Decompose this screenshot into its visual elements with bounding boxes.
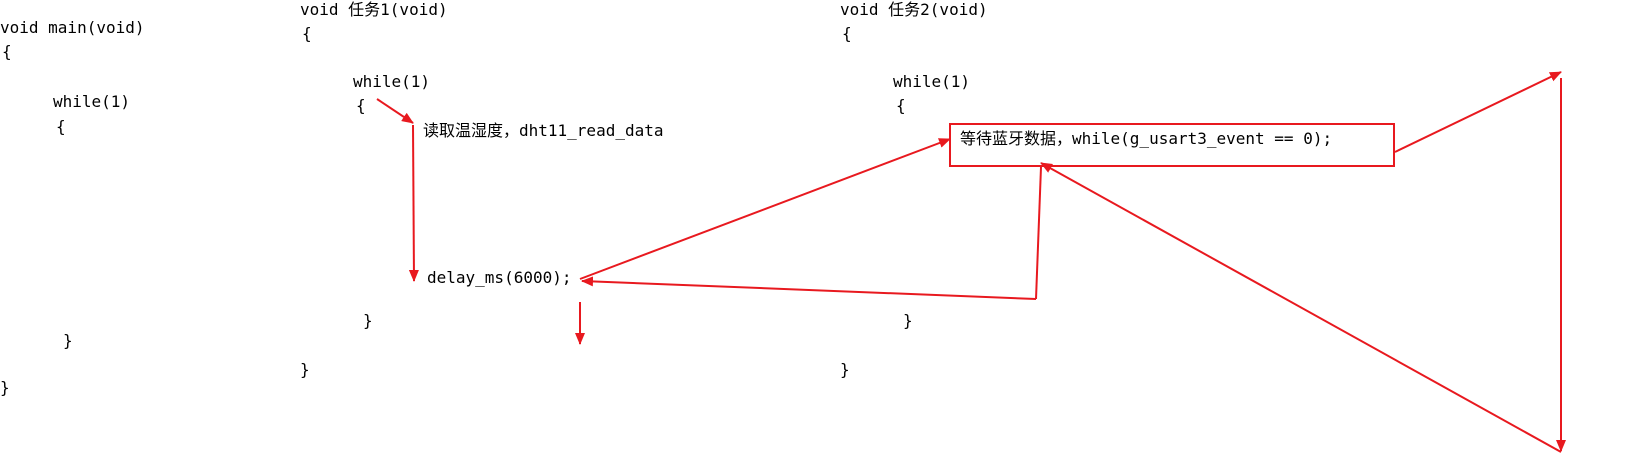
task1-delay-statement: delay_ms(6000); <box>427 268 572 287</box>
task2-open-brace: { <box>842 24 852 43</box>
arrow-task1-read-to-delay <box>408 124 419 282</box>
task1-read-statement: 读取温湿度，dht11_read_data <box>423 121 664 140</box>
arrow-bottom-right-to-wait <box>1040 162 1562 453</box>
main-while-open-brace: { <box>56 117 66 136</box>
flow-arrows <box>376 71 1566 453</box>
arrow-task1-enter-to-read <box>376 98 414 124</box>
task2-while-open-brace: { <box>896 96 906 115</box>
arrow-delay-to-task2-wait <box>579 138 951 280</box>
task2-close-brace: } <box>840 360 850 379</box>
main-open-brace: { <box>2 42 12 61</box>
task1-close-brace: } <box>300 360 310 379</box>
task2-wait-statement: 等待蓝牙数据，while(g_usart3_event == 0); <box>960 129 1333 148</box>
task2-signature: void 任务2(void) <box>840 0 988 19</box>
task1-while-open-brace: { <box>356 96 366 115</box>
main-while: while(1) <box>53 92 131 111</box>
arrow-wait-down <box>1035 166 1042 300</box>
task1-signature: void 任务1(void) <box>300 0 448 19</box>
task2-while-close-brace: } <box>903 311 913 330</box>
task1-open-brace: { <box>302 24 312 43</box>
arrow-wait-to-top-right <box>1394 71 1562 153</box>
task1-while-close-brace: } <box>363 311 373 330</box>
main-close-brace: } <box>0 378 10 397</box>
main-signature: void main(void) <box>0 18 145 37</box>
arrow-task2-back-to-delay <box>581 276 1037 300</box>
task1-while: while(1) <box>353 72 431 91</box>
task2-while: while(1) <box>893 72 971 91</box>
main-while-close-brace: } <box>63 331 73 350</box>
